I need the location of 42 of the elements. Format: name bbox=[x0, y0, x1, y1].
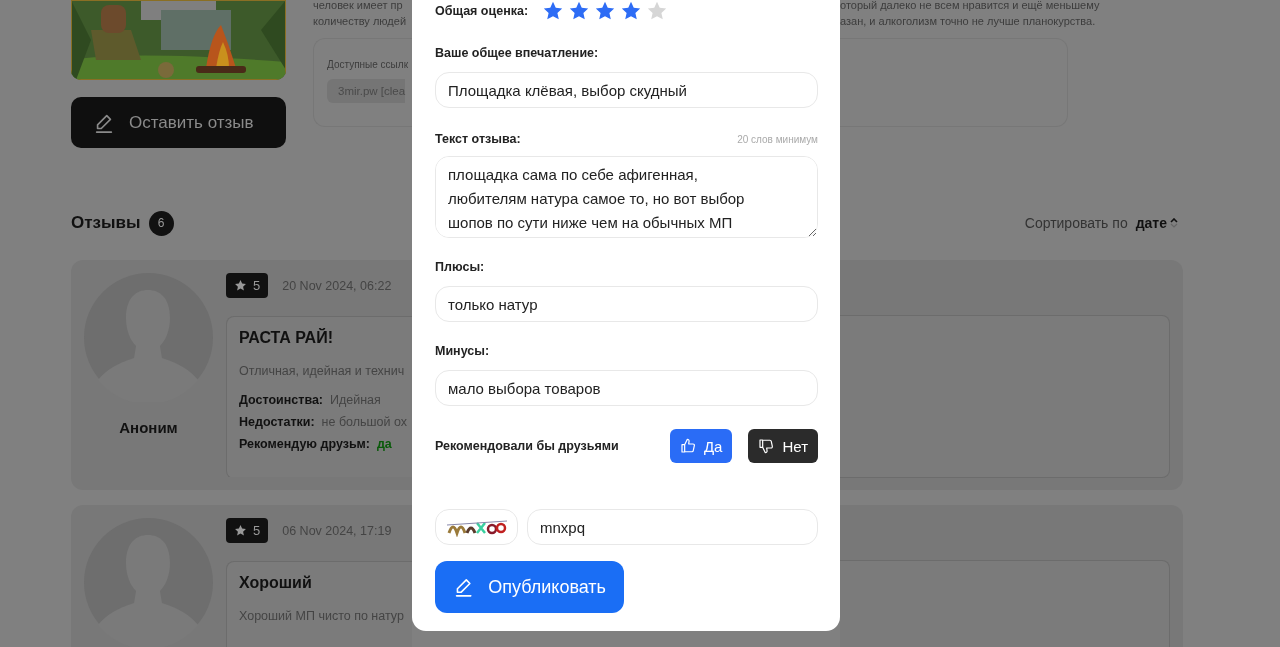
description-text: оторый далеко не всем нравится и ещё меньшему bbox=[840, 0, 1101, 13]
yes-button[interactable]: Да bbox=[669, 429, 733, 463]
rating-label: Общая оценка: bbox=[435, 4, 529, 18]
star-icon[interactable] bbox=[594, 0, 617, 22]
star-icon[interactable] bbox=[646, 0, 669, 22]
description-text: азан, и алкоголизм точно не лучше планокурства. bbox=[840, 14, 1097, 29]
cons-field[interactable]: мало выбора товаров bbox=[435, 370, 818, 406]
rating-badge: 5 bbox=[226, 518, 269, 543]
leave-review-button[interactable]: Оставить отзыв bbox=[71, 97, 286, 148]
description-text: количеству людей bbox=[313, 14, 408, 29]
review-title: Хороший bbox=[239, 574, 313, 592]
star-icon[interactable] bbox=[542, 0, 565, 22]
description-text: человек имеет пр bbox=[313, 0, 404, 13]
review-count-badge: 6 bbox=[148, 210, 174, 236]
star-icon[interactable] bbox=[568, 0, 591, 22]
links-label: Доступные ссылк bbox=[327, 59, 409, 70]
pros-label: Плюсы: bbox=[435, 260, 486, 274]
reviews-title: Отзывы bbox=[71, 213, 141, 233]
star-rating[interactable] bbox=[542, 0, 669, 22]
review-text-field[interactable]: площадка сама по себе афигенная, любителям натура самое то, но вот выбор шопов по сути ниже чем на обычных МП bbox=[435, 156, 818, 238]
caret-icon bbox=[1170, 218, 1178, 228]
recommend-label: Рекомендовали бы друзьями bbox=[435, 439, 619, 453]
sort-label: Сортировать по bbox=[1024, 215, 1128, 231]
pros-field[interactable]: только натур bbox=[435, 286, 818, 322]
impression-label: Ваше общее впечатление: bbox=[435, 46, 600, 60]
star-icon bbox=[234, 279, 247, 292]
word-minimum-hint: 20 слов минимум bbox=[737, 133, 818, 145]
thumbs-up-icon bbox=[679, 438, 696, 454]
publish-button[interactable]: Опубликовать bbox=[435, 561, 624, 613]
review-text-label: Текст отзыва: bbox=[435, 132, 521, 146]
rating-badge: 5 bbox=[226, 273, 269, 298]
star-icon[interactable] bbox=[620, 0, 643, 22]
captcha-field[interactable]: mnxpq bbox=[527, 509, 818, 545]
star-icon bbox=[234, 524, 247, 537]
impression-field[interactable]: Площадка клёвая, выбор скудный bbox=[435, 72, 818, 108]
no-button[interactable]: Нет bbox=[748, 429, 818, 463]
review-title: РАСТА РАЙ! bbox=[239, 329, 334, 347]
thumbs-down-icon bbox=[758, 438, 775, 454]
sort-dropdown[interactable]: дате bbox=[1135, 215, 1178, 231]
cons-label: Минусы: bbox=[435, 344, 491, 358]
recommend-line: Рекомендую друзьм: да bbox=[239, 437, 393, 451]
author-name: Аноним bbox=[119, 419, 178, 436]
